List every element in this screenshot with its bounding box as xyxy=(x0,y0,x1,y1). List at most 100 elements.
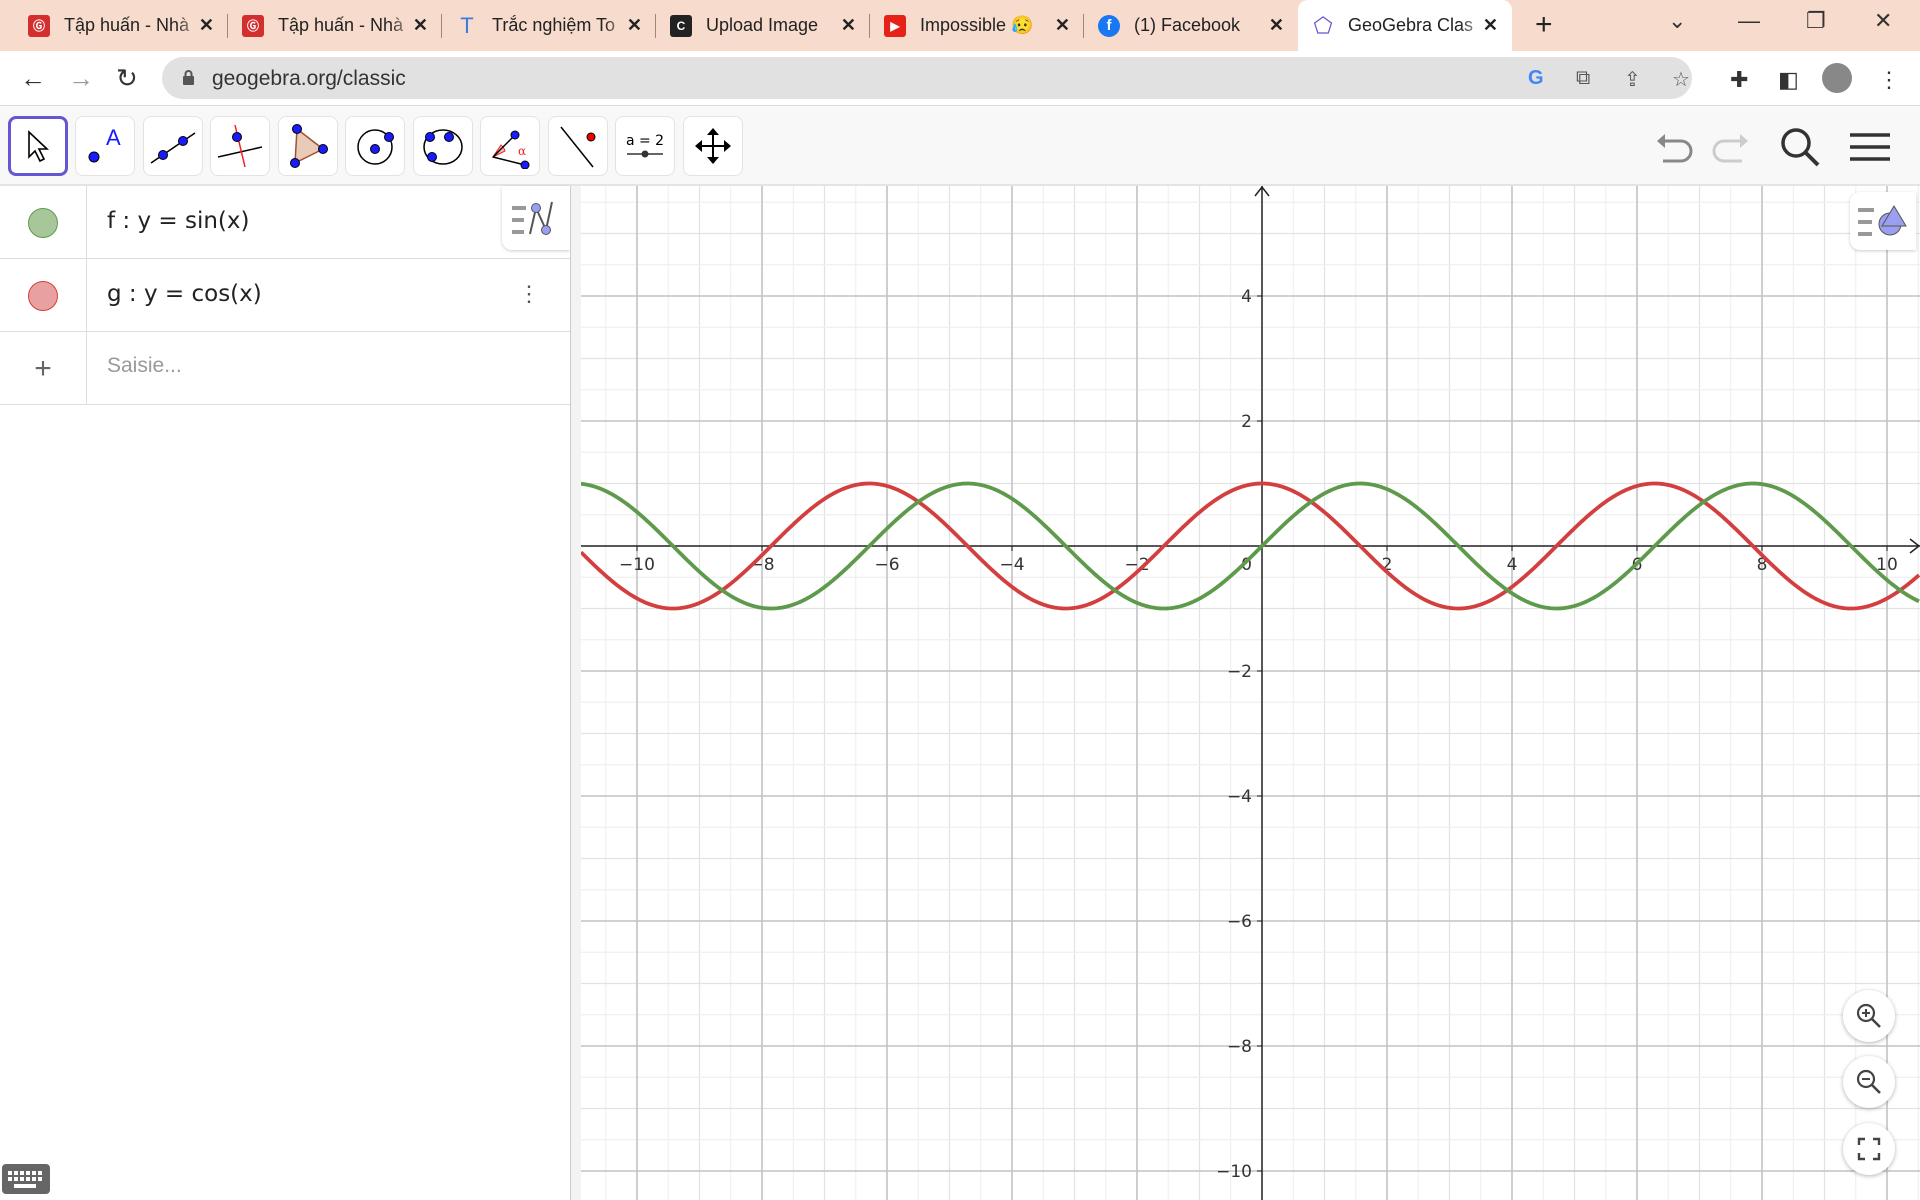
back-icon[interactable]: ← xyxy=(20,63,46,94)
close-tab-icon[interactable]: ✕ xyxy=(413,15,428,36)
reflect-tool[interactable] xyxy=(548,116,608,176)
browser-tab[interactable]: ▶ Impossible 😥 ✕ xyxy=(870,0,1084,51)
algebra-expression[interactable]: f : y = sin(x) xyxy=(107,208,249,234)
address-bar-row: ← → ↻ geogebra.org/classic G ⧉ ⇪ ☆ ✚ ◧ ⋮ xyxy=(0,51,1920,106)
forward-icon[interactable]: → xyxy=(68,63,94,94)
virtual-keyboard-button[interactable] xyxy=(2,1164,50,1194)
zoom-out-button[interactable] xyxy=(1843,1056,1895,1108)
tab-title: (1) Facebook xyxy=(1134,15,1241,35)
panel-divider[interactable] xyxy=(570,186,581,1200)
close-window-button[interactable]: ✕ xyxy=(1874,8,1892,34)
browser-menu-icon[interactable]: ⋮ xyxy=(1878,67,1900,93)
plus-icon[interactable]: + xyxy=(34,352,52,386)
svg-text:A: A xyxy=(106,125,121,150)
browser-tab[interactable]: ⬠ GeoGebra Clas ✕ xyxy=(1298,0,1512,51)
tab-title: Trắc nghiệm To xyxy=(492,15,616,35)
slider-label: a = 2 xyxy=(625,133,665,149)
line-tool[interactable] xyxy=(143,116,203,176)
tab-title: GeoGebra Clas xyxy=(1348,15,1474,35)
algebra-expression[interactable]: g : y = cos(x) xyxy=(107,281,262,307)
main-menu-button[interactable] xyxy=(1845,124,1895,170)
browser-tab[interactable]: Ⓖ Tập huấn - Nhà ✕ xyxy=(14,0,228,51)
side-panel-icon[interactable]: ◧ xyxy=(1778,67,1799,93)
search-button[interactable] xyxy=(1775,124,1825,170)
visibility-toggle-f[interactable] xyxy=(28,207,58,238)
geogebra-toolbar: A α a = 2 xyxy=(0,106,1920,186)
perpendicular-tool[interactable] xyxy=(210,116,270,176)
translate-icon[interactable]: ⧉ xyxy=(1576,67,1590,90)
facebook-icon: f xyxy=(1098,14,1120,37)
omnibox[interactable]: geogebra.org/classic G ⧉ ⇪ ☆ xyxy=(162,57,1692,99)
new-tab-button[interactable]: + xyxy=(1535,8,1553,42)
bookmark-star-icon[interactable]: ☆ xyxy=(1672,67,1690,92)
reflect-line-icon xyxy=(560,126,596,168)
y-tick-label: −6 xyxy=(1227,912,1252,932)
zoom-in-button[interactable] xyxy=(1843,990,1895,1042)
slider-tool[interactable]: a = 2 xyxy=(615,116,675,176)
circle-three-points-tool[interactable] xyxy=(413,116,473,176)
extensions-icon[interactable]: ✚ xyxy=(1730,67,1748,93)
svg-text:α: α xyxy=(518,144,526,158)
circle-center-tool[interactable] xyxy=(345,116,405,176)
polygon-tool[interactable] xyxy=(278,116,338,176)
share-icon[interactable]: ⇪ xyxy=(1624,67,1641,92)
close-tab-icon[interactable]: ✕ xyxy=(627,15,642,36)
y-tick-label: −10 xyxy=(1216,1162,1252,1182)
line-icon xyxy=(150,132,196,164)
graphics-canvas[interactable]: −10 −8 −6 −4 −2 0 2 4 6 8 1042−2−4−6−8−10 xyxy=(581,186,1920,1200)
move-view-tool[interactable] xyxy=(683,116,743,176)
undo-button[interactable] xyxy=(1650,124,1700,170)
redo-button[interactable] xyxy=(1705,124,1755,170)
more-options-icon[interactable]: ⋮ xyxy=(518,281,540,307)
angle-tool[interactable]: α xyxy=(480,116,540,176)
browser-tab[interactable]: Ⓖ Tập huấn - Nhà ✕ xyxy=(228,0,442,51)
angle-icon: α xyxy=(491,130,530,169)
move-tool[interactable] xyxy=(8,116,68,176)
graphics-style-button[interactable] xyxy=(1850,192,1916,250)
close-tab-icon[interactable]: ✕ xyxy=(199,15,214,36)
y-tick-label: −8 xyxy=(1227,1037,1252,1057)
browser-tab[interactable]: T Trắc nghiệm To ✕ xyxy=(442,0,656,51)
polygon-icon xyxy=(290,124,328,168)
undo-icon xyxy=(1657,134,1693,163)
graphics-view[interactable]: −10 −8 −6 −4 −2 0 2 4 6 8 10 4 2 −2 −4 −6 −8 −10 xyxy=(581,186,1920,1200)
gd-logo-icon: Ⓖ xyxy=(242,14,264,37)
gd-logo-icon: Ⓖ xyxy=(28,14,50,37)
point-tool[interactable]: A xyxy=(75,116,135,176)
algebra-item-g[interactable]: g : y = cos(x) ⋮ xyxy=(0,259,570,332)
close-tab-icon[interactable]: ✕ xyxy=(841,15,856,36)
x-tick-label: −4 xyxy=(999,555,1024,575)
restore-button[interactable]: ❐ xyxy=(1806,8,1826,34)
profile-avatar[interactable] xyxy=(1822,63,1852,93)
zoom-in-icon xyxy=(1856,1003,1881,1028)
google-icon[interactable]: G xyxy=(1528,67,1544,90)
circle-three-points-icon xyxy=(423,129,463,165)
algebra-input[interactable]: Saisie... xyxy=(107,354,182,378)
algebra-settings-icon xyxy=(512,201,553,235)
x-tick-label: 4 xyxy=(1507,555,1518,575)
close-tab-icon[interactable]: ✕ xyxy=(1055,15,1070,36)
algebra-input-row[interactable]: + Saisie... xyxy=(0,332,570,405)
zoom-out-icon xyxy=(1856,1069,1881,1094)
perpendicular-line-icon xyxy=(217,124,263,168)
redo-icon xyxy=(1712,134,1748,163)
slider-icon: a = 2 xyxy=(625,133,665,159)
x-tick-label: −10 xyxy=(619,555,655,575)
algebra-item-f[interactable]: f : y = sin(x) xyxy=(0,186,570,259)
hamburger-menu-icon xyxy=(1850,133,1890,161)
minimize-button[interactable]: — xyxy=(1738,8,1760,34)
browser-tab[interactable]: C Upload Image ✕ xyxy=(656,0,870,51)
tab-title: Upload Image xyxy=(706,15,819,35)
algebra-style-button[interactable] xyxy=(502,186,570,250)
close-tab-icon[interactable]: ✕ xyxy=(1269,15,1284,36)
close-tab-icon[interactable]: ✕ xyxy=(1483,15,1498,36)
visibility-toggle-g[interactable] xyxy=(28,280,58,311)
fullscreen-button[interactable] xyxy=(1843,1123,1895,1175)
search-icon xyxy=(1781,128,1820,167)
c-letter-icon: C xyxy=(670,14,692,37)
y-tick-label: −4 xyxy=(1227,787,1252,807)
reload-icon[interactable]: ↻ xyxy=(116,63,138,94)
browser-tab[interactable]: f (1) Facebook ✕ xyxy=(1084,0,1298,51)
tab-title: Tập huấn - Nhà xyxy=(278,15,404,35)
tab-search-icon[interactable]: ⌄ xyxy=(1668,8,1686,34)
